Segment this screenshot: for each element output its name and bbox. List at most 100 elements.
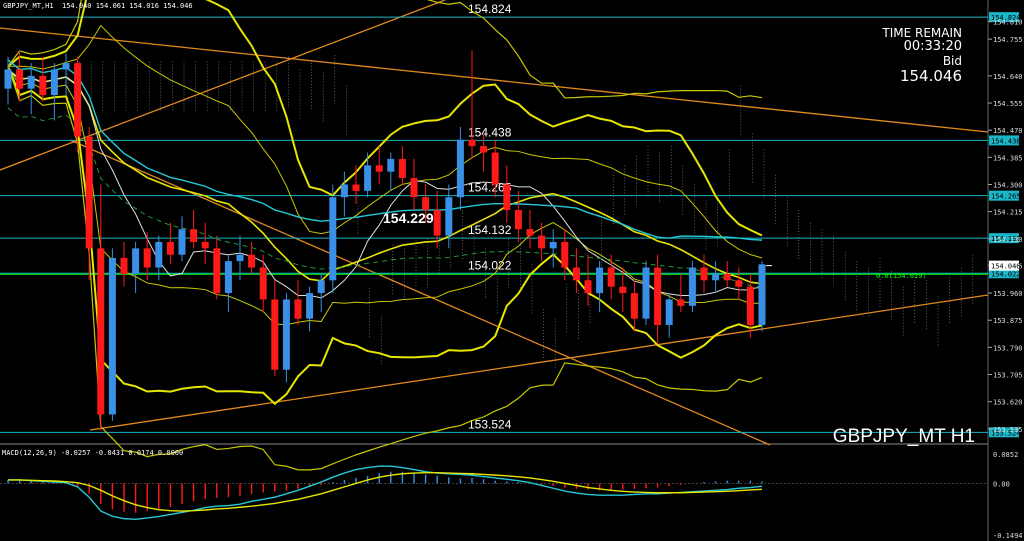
candle-body xyxy=(166,241,174,255)
candle-body xyxy=(27,75,35,89)
bollinger-bands xyxy=(7,0,763,471)
price-tag-text: 154.022 xyxy=(991,270,1021,278)
candle-body xyxy=(364,165,372,191)
watermark: GBPJPY_MT H1 xyxy=(833,426,975,447)
candle-body xyxy=(549,241,557,249)
candle-body xyxy=(282,299,290,370)
band-line xyxy=(7,0,763,237)
current-price-tag-text: 154.046 xyxy=(991,263,1021,271)
candle-body xyxy=(607,267,615,287)
candle-body xyxy=(62,63,70,70)
time-remain-label: TIME REMAIN xyxy=(882,26,962,40)
price-tick-label: 153.790 xyxy=(993,344,1023,352)
candle-body xyxy=(642,267,650,319)
fib-label: 0.0(154.019) xyxy=(876,272,927,280)
ohlc-readout: 154.040 154.061 154.016 154.046 xyxy=(62,2,193,10)
candle-body xyxy=(712,273,720,281)
candle-body xyxy=(178,229,186,255)
macd-tick-label: -0.1494 xyxy=(993,532,1023,540)
candle-body xyxy=(108,257,116,415)
candle-body xyxy=(74,63,82,137)
candle-body xyxy=(132,248,140,274)
horizontal-levels[interactable]: 154.824154.824154.438154.438154.265154.2… xyxy=(0,2,1021,438)
candle-body xyxy=(526,229,534,236)
candle-body xyxy=(677,299,685,306)
macd-tick-label: 0.0852 xyxy=(993,451,1018,459)
price-tick-label: 154.640 xyxy=(993,73,1023,81)
macd-subwindow: 0.0852 0.00 -0.1494 xyxy=(0,451,1023,540)
price-tick-label: 154.215 xyxy=(993,209,1023,217)
price-tick-label: 154.555 xyxy=(993,100,1023,108)
candle-body xyxy=(50,69,58,96)
candle-body xyxy=(758,264,766,326)
price-tick-label: 153.535 xyxy=(993,426,1023,434)
trend-line xyxy=(0,0,446,171)
candle-body xyxy=(375,165,383,172)
candle-body xyxy=(259,267,267,300)
macd-title: MACD(12,26,9) -0.0257 -0.0431 0.0174 0.0… xyxy=(2,449,183,457)
price-tick-label: 154.385 xyxy=(993,154,1023,162)
time-remain-value: 00:33:20 xyxy=(903,39,962,54)
candle-body xyxy=(480,146,488,153)
level-label: 154.132 xyxy=(468,223,512,237)
candle-body xyxy=(387,158,395,172)
candle-body xyxy=(85,136,93,249)
price-tick-label: 154.300 xyxy=(993,181,1023,189)
candle-body xyxy=(294,299,302,319)
candle-body xyxy=(143,248,151,268)
candle-body xyxy=(584,280,592,294)
candle-body xyxy=(503,184,511,211)
price-tick-label: 154.470 xyxy=(993,127,1023,135)
candle-body xyxy=(248,254,256,268)
price-tick-label: 153.875 xyxy=(993,317,1023,325)
candle-body xyxy=(39,75,47,96)
candle-body xyxy=(619,286,627,294)
price-tick-label: 154.810 xyxy=(993,19,1023,27)
band-line xyxy=(7,0,763,99)
bold-level-label: 154.229 xyxy=(383,210,434,226)
candle-body xyxy=(398,158,406,179)
candle-body xyxy=(317,280,325,294)
trend-line xyxy=(89,294,989,431)
candle-body xyxy=(572,267,580,281)
bid-label: Bid xyxy=(942,54,962,68)
candle-body xyxy=(201,241,209,249)
candle-body xyxy=(665,299,673,326)
price-tick-label: 154.755 xyxy=(993,36,1023,44)
candle-body xyxy=(120,257,128,274)
price-tag-text: 154.265 xyxy=(991,193,1021,201)
macd-signal-line xyxy=(8,472,763,512)
macd-tick-label: 0.00 xyxy=(993,480,1010,488)
candle-body xyxy=(491,152,499,185)
candle-body xyxy=(433,210,441,236)
candle-body xyxy=(561,241,569,268)
symbol-label: GBPJPY_MT,H1 xyxy=(3,2,54,10)
candle-body xyxy=(445,197,453,236)
candle-body xyxy=(735,280,743,287)
candle-body xyxy=(654,267,662,326)
candle-body xyxy=(97,248,105,415)
candle-body xyxy=(468,139,476,147)
candle-body xyxy=(514,210,522,230)
bid-value: 154.046 xyxy=(899,67,962,85)
price-axis: 154.810 154.755 154.640 154.555 154.470 154.3… xyxy=(988,19,1023,434)
level-label: 154.022 xyxy=(468,258,512,272)
candle-body xyxy=(155,241,163,268)
candle-body xyxy=(329,197,337,281)
band-middle xyxy=(7,68,763,285)
candle-body xyxy=(340,184,348,198)
candle-body xyxy=(746,286,754,326)
candle-body xyxy=(456,139,464,198)
level-label: 154.824 xyxy=(468,2,512,16)
candle-body xyxy=(306,293,314,319)
price-tick-label: 153.705 xyxy=(993,372,1023,380)
time-remain-panel: TIME REMAIN 00:33:20 Bid 154.046 xyxy=(882,26,962,85)
price-chart[interactable]: 154.824154.824154.438154.438154.265154.2… xyxy=(0,0,1024,541)
candle-body xyxy=(410,178,418,198)
candle-body xyxy=(700,267,708,281)
candle-body xyxy=(213,248,221,294)
candle-body xyxy=(538,235,546,249)
trend-line xyxy=(0,27,989,133)
price-tick-label: 153.960 xyxy=(993,290,1023,298)
price-tick-label: 154.130 xyxy=(993,236,1023,244)
